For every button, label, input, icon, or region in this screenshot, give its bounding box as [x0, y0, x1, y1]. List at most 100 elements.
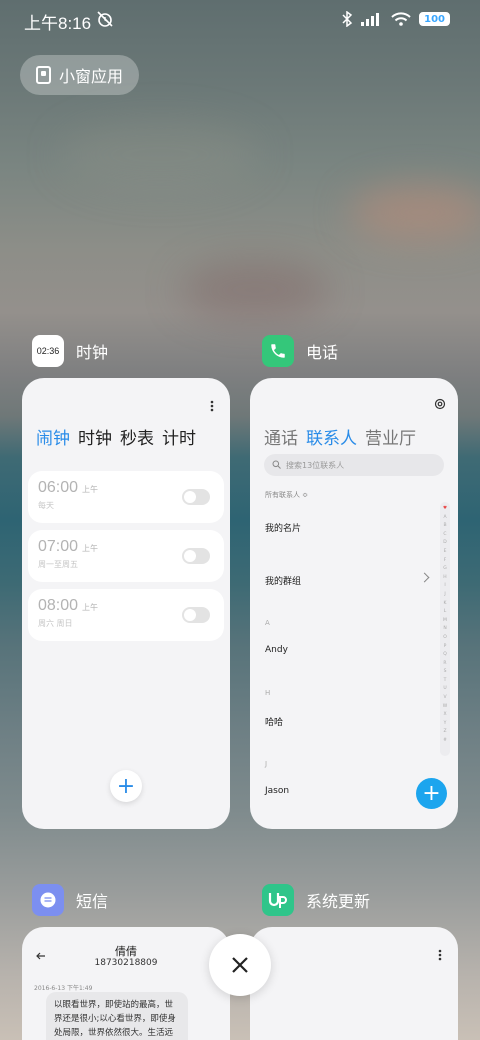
index-letter[interactable]: M	[443, 617, 447, 626]
plus-icon: +	[116, 773, 136, 799]
background-cloud	[350, 185, 480, 240]
index-letter[interactable]: T	[444, 677, 447, 686]
add-contact-button[interactable]: +	[416, 778, 447, 809]
message-icon	[40, 892, 56, 908]
phone-app-header[interactable]: 电话	[262, 335, 338, 367]
clock-app-icon: 02:36	[32, 335, 64, 367]
alphabet-index-bar[interactable]: ♥ A B C D E F G H I J K L M N O P Q R S T U V W X Y Z #	[440, 502, 450, 756]
alarm-toggle[interactable]	[182, 489, 210, 505]
wifi-icon	[391, 12, 411, 26]
alarm-item[interactable]: 06:00 上午 每天	[28, 471, 224, 523]
contact-item[interactable]: Andy	[265, 645, 288, 655]
index-letter[interactable]: C	[443, 531, 446, 540]
index-letter[interactable]: S	[444, 668, 447, 677]
alarm-time: 07:00	[38, 538, 79, 555]
search-placeholder: 搜索13位联系人	[286, 460, 345, 470]
alarm-ampm: 上午	[82, 544, 99, 553]
battery-indicator: 100	[419, 12, 450, 26]
index-letter[interactable]: U	[443, 685, 446, 694]
index-letter[interactable]: F	[444, 557, 447, 566]
alarm-ampm: 上午	[82, 603, 99, 612]
close-icon	[232, 957, 248, 973]
conversation-contact-name: 倩倩	[115, 945, 137, 958]
add-alarm-button[interactable]: +	[110, 770, 142, 802]
sms-app-header[interactable]: 短信	[32, 884, 108, 916]
alarm-toggle[interactable]	[182, 607, 210, 623]
index-letter[interactable]: #	[443, 737, 447, 746]
index-letter[interactable]: P	[444, 643, 447, 652]
index-letter[interactable]: Q	[443, 651, 447, 660]
background-cloud	[60, 120, 260, 190]
more-menu-icon[interactable]	[210, 400, 214, 412]
status-icons: 100	[341, 11, 450, 27]
index-letter[interactable]: N	[443, 625, 446, 634]
section-letter: A	[265, 619, 270, 627]
update-app-header[interactable]: 系统更新	[262, 884, 370, 916]
contact-item[interactable]: Jason	[265, 786, 289, 796]
tab-stopwatch[interactable]: 秒表	[120, 424, 154, 449]
index-letter[interactable]: Y	[444, 720, 447, 729]
phone-app-card[interactable]: 通话 联系人 营业厅 搜索13位联系人 所有联系人 ≎ 我的名片 我的群组 A …	[250, 378, 458, 829]
index-letter[interactable]: O	[443, 634, 447, 643]
sms-app-icon	[32, 884, 64, 916]
all-contacts-filter[interactable]: 所有联系人 ≎	[265, 490, 308, 500]
tab-timer[interactable]: 计时	[162, 424, 196, 449]
alarm-repeat: 周一至周五	[38, 560, 78, 569]
alarm-ampm: 上午	[82, 485, 99, 494]
contact-item[interactable]: 哈哈	[265, 715, 283, 728]
clock-icon-time: 02:36	[36, 346, 60, 356]
message-bubble[interactable]: 以眼看世界，即使站的最高，世界还是很小;以心看世界，即使身处局限，世界依然很大。…	[46, 992, 188, 1040]
index-letter[interactable]: J	[444, 591, 445, 600]
index-letter[interactable]: E	[444, 548, 447, 557]
small-window-icon	[36, 66, 51, 84]
index-letter[interactable]: X	[443, 711, 446, 720]
tab-clock[interactable]: 时钟	[78, 424, 112, 449]
my-card-item[interactable]: 我的名片	[265, 521, 301, 534]
background-cloud	[180, 260, 330, 320]
index-letter[interactable]: Z	[443, 728, 446, 737]
phone-app-icon	[262, 335, 294, 367]
plus-icon: +	[422, 781, 441, 806]
index-letter[interactable]: ♥	[443, 505, 447, 514]
search-icon	[272, 460, 281, 469]
tab-contacts[interactable]: 联系人	[306, 424, 357, 449]
small-window-label: 小窗应用	[59, 67, 124, 86]
more-menu-icon[interactable]	[438, 949, 442, 961]
conversation-contact-number: 18730218809	[94, 958, 158, 968]
alarm-toggle[interactable]	[182, 548, 210, 564]
index-letter[interactable]: R	[443, 660, 446, 669]
clock-app-header[interactable]: 02:36 时钟	[32, 335, 108, 367]
tab-calls[interactable]: 通话	[264, 424, 298, 449]
index-letter[interactable]: A	[443, 514, 446, 523]
contact-search-input[interactable]: 搜索13位联系人	[264, 454, 444, 476]
index-letter[interactable]: L	[444, 608, 447, 617]
sms-app-name: 短信	[76, 892, 109, 911]
phone-app-name: 电话	[306, 343, 339, 362]
update-app-name: 系统更新	[306, 892, 371, 911]
index-letter[interactable]: G	[443, 565, 447, 574]
index-letter[interactable]: H	[443, 574, 446, 583]
update-app-card[interactable]	[250, 927, 458, 1040]
tab-service-hall[interactable]: 营业厅	[365, 424, 416, 449]
alarm-item[interactable]: 07:00 上午 周一至周五	[28, 530, 224, 582]
status-bar: 上午8:16 100	[0, 0, 480, 40]
my-groups-item[interactable]: 我的群组	[265, 574, 301, 587]
section-letter: H	[265, 689, 271, 697]
clear-all-button[interactable]	[209, 934, 271, 996]
index-letter[interactable]: D	[443, 539, 446, 548]
alarm-item[interactable]: 08:00 上午 周六 周日	[28, 589, 224, 641]
update-app-icon	[262, 884, 294, 916]
tab-alarm[interactable]: 闹钟	[36, 424, 70, 449]
small-window-apps-button[interactable]: 小窗应用	[20, 55, 139, 95]
index-letter[interactable]: I	[444, 582, 445, 591]
index-letter[interactable]: W	[443, 703, 447, 712]
section-letter: J	[265, 760, 268, 768]
alarm-time: 08:00	[38, 597, 79, 614]
index-letter[interactable]: B	[443, 522, 446, 531]
clock-app-name: 时钟	[76, 343, 109, 362]
index-letter[interactable]: V	[443, 694, 446, 703]
clock-app-card[interactable]: 闹钟 时钟 秒表 计时 06:00 上午 每天 07:00 上午 周一至周五 08:…	[22, 378, 230, 829]
sms-app-card[interactable]: 倩倩 18730218809 2016-6-13 下午1:49 以眼看世界，即使…	[22, 927, 230, 1040]
settings-icon[interactable]	[434, 398, 446, 410]
index-letter[interactable]: K	[444, 600, 447, 609]
